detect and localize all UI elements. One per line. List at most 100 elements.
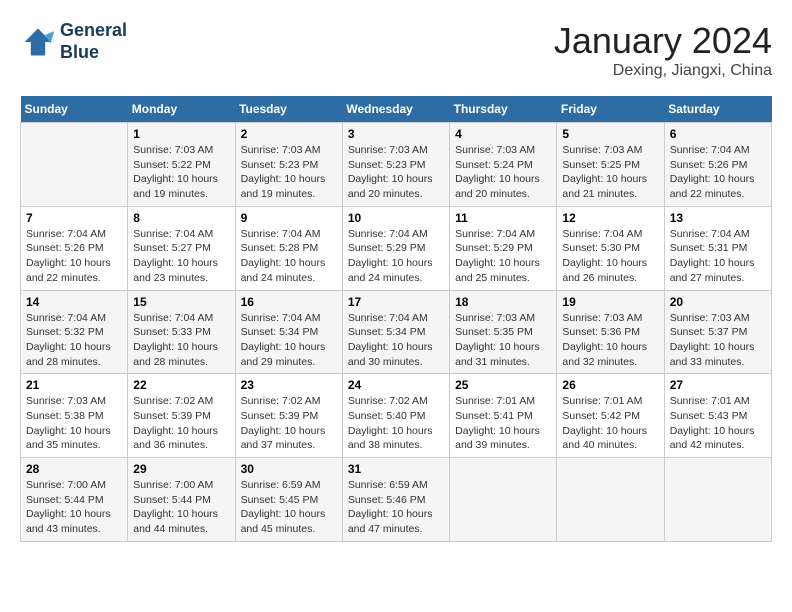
calendar-cell: 17 Sunrise: 7:04 AMSunset: 5:34 PMDayligh… — [342, 290, 449, 374]
calendar-cell — [664, 458, 771, 542]
calendar-cell: 1 Sunrise: 7:03 AMSunset: 5:22 PMDaylight… — [128, 123, 235, 207]
day-info: Sunrise: 6:59 AMSunset: 5:46 PMDaylight:… — [348, 478, 444, 537]
calendar-cell: 2 Sunrise: 7:03 AMSunset: 5:23 PMDaylight… — [235, 123, 342, 207]
day-info: Sunrise: 7:03 AMSunset: 5:23 PMDaylight:… — [241, 143, 337, 202]
day-number: 16 — [241, 295, 337, 309]
calendar-cell: 25 Sunrise: 7:01 AMSunset: 5:41 PMDayligh… — [450, 374, 557, 458]
day-number: 13 — [670, 211, 766, 225]
day-info: Sunrise: 7:02 AMSunset: 5:39 PMDaylight:… — [241, 394, 337, 453]
day-number: 30 — [241, 462, 337, 476]
day-number: 20 — [670, 295, 766, 309]
day-number: 24 — [348, 378, 444, 392]
week-row-4: 21Sunrise: 7:03 AMSunset: 5:38 PMDayligh… — [21, 374, 772, 458]
day-number: 11 — [455, 211, 551, 225]
calendar-cell: 4 Sunrise: 7:03 AMSunset: 5:24 PMDaylight… — [450, 123, 557, 207]
day-info: Sunrise: 7:01 AMSunset: 5:43 PMDaylight:… — [670, 394, 766, 453]
day-info: Sunrise: 6:59 AMSunset: 5:45 PMDaylight:… — [241, 478, 337, 537]
day-number: 25 — [455, 378, 551, 392]
day-number: 22 — [133, 378, 229, 392]
day-info: Sunrise: 7:03 AMSunset: 5:24 PMDaylight:… — [455, 143, 551, 202]
logo-icon — [20, 24, 56, 60]
day-info: Sunrise: 7:04 AMSunset: 5:27 PMDaylight:… — [133, 227, 229, 286]
calendar-cell: 24 Sunrise: 7:02 AMSunset: 5:40 PMDayligh… — [342, 374, 449, 458]
calendar-cell: 3 Sunrise: 7:03 AMSunset: 5:23 PMDaylight… — [342, 123, 449, 207]
day-number: 14 — [26, 295, 122, 309]
calendar-cell: 12 Sunrise: 7:04 AMSunset: 5:30 PMDayligh… — [557, 206, 664, 290]
weekday-header-row: SundayMondayTuesdayWednesdayThursdayFrid… — [21, 96, 772, 123]
day-number: 28 — [26, 462, 122, 476]
calendar-cell: 5 Sunrise: 7:03 AMSunset: 5:25 PMDaylight… — [557, 123, 664, 207]
weekday-header-wednesday: Wednesday — [342, 96, 449, 123]
week-row-3: 14Sunrise: 7:04 AMSunset: 5:32 PMDayligh… — [21, 290, 772, 374]
calendar-cell: 26 Sunrise: 7:01 AMSunset: 5:42 PMDayligh… — [557, 374, 664, 458]
calendar-cell: 10 Sunrise: 7:04 AMSunset: 5:29 PMDayligh… — [342, 206, 449, 290]
day-info: Sunrise: 7:00 AMSunset: 5:44 PMDaylight:… — [26, 478, 122, 537]
day-info: Sunrise: 7:04 AMSunset: 5:26 PMDaylight:… — [670, 143, 766, 202]
calendar-cell: 27Sunrise: 7:01 AMSunset: 5:43 PMDayligh… — [664, 374, 771, 458]
day-number: 3 — [348, 127, 444, 141]
calendar-cell: 30 Sunrise: 6:59 AMSunset: 5:45 PMDayligh… — [235, 458, 342, 542]
day-info: Sunrise: 7:03 AMSunset: 5:23 PMDaylight:… — [348, 143, 444, 202]
day-number: 19 — [562, 295, 658, 309]
day-info: Sunrise: 7:04 AMSunset: 5:34 PMDaylight:… — [348, 311, 444, 370]
title-block: January 2024 Dexing, Jiangxi, China — [554, 20, 772, 80]
calendar-cell: 11 Sunrise: 7:04 AMSunset: 5:29 PMDayligh… — [450, 206, 557, 290]
day-number: 6 — [670, 127, 766, 141]
calendar-cell — [450, 458, 557, 542]
calendar-cell: 8 Sunrise: 7:04 AMSunset: 5:27 PMDaylight… — [128, 206, 235, 290]
day-info: Sunrise: 7:00 AMSunset: 5:44 PMDaylight:… — [133, 478, 229, 537]
weekday-header-friday: Friday — [557, 96, 664, 123]
day-number: 4 — [455, 127, 551, 141]
day-info: Sunrise: 7:04 AMSunset: 5:28 PMDaylight:… — [241, 227, 337, 286]
calendar-cell: 13Sunrise: 7:04 AMSunset: 5:31 PMDayligh… — [664, 206, 771, 290]
month-title: January 2024 — [554, 20, 772, 62]
calendar-cell — [557, 458, 664, 542]
logo: General Blue — [20, 20, 127, 63]
calendar-cell: 22 Sunrise: 7:02 AMSunset: 5:39 PMDayligh… — [128, 374, 235, 458]
calendar-cell: 9 Sunrise: 7:04 AMSunset: 5:28 PMDaylight… — [235, 206, 342, 290]
day-number: 2 — [241, 127, 337, 141]
week-row-5: 28 Sunrise: 7:00 AMSunset: 5:44 PMDayligh… — [21, 458, 772, 542]
day-info: Sunrise: 7:04 AMSunset: 5:33 PMDaylight:… — [133, 311, 229, 370]
calendar-cell: 21Sunrise: 7:03 AMSunset: 5:38 PMDayligh… — [21, 374, 128, 458]
day-number: 9 — [241, 211, 337, 225]
day-number: 18 — [455, 295, 551, 309]
calendar-cell: 20Sunrise: 7:03 AMSunset: 5:37 PMDayligh… — [664, 290, 771, 374]
day-number: 26 — [562, 378, 658, 392]
weekday-header-monday: Monday — [128, 96, 235, 123]
week-row-1: 1 Sunrise: 7:03 AMSunset: 5:22 PMDaylight… — [21, 123, 772, 207]
day-info: Sunrise: 7:03 AMSunset: 5:36 PMDaylight:… — [562, 311, 658, 370]
day-number: 31 — [348, 462, 444, 476]
day-number: 15 — [133, 295, 229, 309]
calendar-table: SundayMondayTuesdayWednesdayThursdayFrid… — [20, 96, 772, 542]
day-info: Sunrise: 7:01 AMSunset: 5:41 PMDaylight:… — [455, 394, 551, 453]
day-number: 29 — [133, 462, 229, 476]
day-number: 23 — [241, 378, 337, 392]
day-number: 5 — [562, 127, 658, 141]
calendar-cell: 7Sunrise: 7:04 AMSunset: 5:26 PMDaylight… — [21, 206, 128, 290]
day-number: 17 — [348, 295, 444, 309]
calendar-cell: 14Sunrise: 7:04 AMSunset: 5:32 PMDayligh… — [21, 290, 128, 374]
calendar-cell: 31 Sunrise: 6:59 AMSunset: 5:46 PMDayligh… — [342, 458, 449, 542]
day-info: Sunrise: 7:02 AMSunset: 5:40 PMDaylight:… — [348, 394, 444, 453]
calendar-cell: 28 Sunrise: 7:00 AMSunset: 5:44 PMDayligh… — [21, 458, 128, 542]
day-info: Sunrise: 7:03 AMSunset: 5:25 PMDaylight:… — [562, 143, 658, 202]
logo-text: General Blue — [60, 20, 127, 63]
day-number: 10 — [348, 211, 444, 225]
day-info: Sunrise: 7:03 AMSunset: 5:22 PMDaylight:… — [133, 143, 229, 202]
day-info: Sunrise: 7:04 AMSunset: 5:29 PMDaylight:… — [455, 227, 551, 286]
calendar-cell: 29 Sunrise: 7:00 AMSunset: 5:44 PMDayligh… — [128, 458, 235, 542]
day-info: Sunrise: 7:03 AMSunset: 5:38 PMDaylight:… — [26, 394, 122, 453]
day-info: Sunrise: 7:02 AMSunset: 5:39 PMDaylight:… — [133, 394, 229, 453]
day-info: Sunrise: 7:01 AMSunset: 5:42 PMDaylight:… — [562, 394, 658, 453]
week-row-2: 7Sunrise: 7:04 AMSunset: 5:26 PMDaylight… — [21, 206, 772, 290]
day-number: 7 — [26, 211, 122, 225]
day-info: Sunrise: 7:03 AMSunset: 5:35 PMDaylight:… — [455, 311, 551, 370]
location: Dexing, Jiangxi, China — [554, 62, 772, 80]
day-number: 12 — [562, 211, 658, 225]
day-info: Sunrise: 7:04 AMSunset: 5:30 PMDaylight:… — [562, 227, 658, 286]
day-number: 8 — [133, 211, 229, 225]
calendar-cell: 19 Sunrise: 7:03 AMSunset: 5:36 PMDayligh… — [557, 290, 664, 374]
day-info: Sunrise: 7:04 AMSunset: 5:29 PMDaylight:… — [348, 227, 444, 286]
day-number: 1 — [133, 127, 229, 141]
